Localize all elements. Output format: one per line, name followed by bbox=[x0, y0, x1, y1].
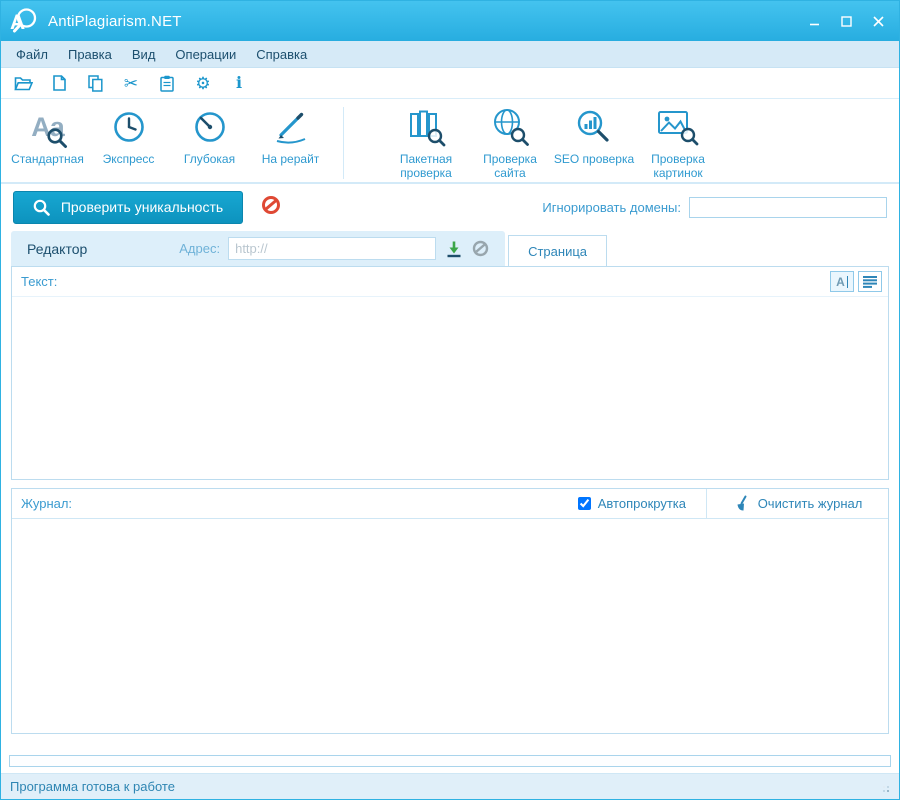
image-check-icon bbox=[657, 105, 699, 149]
express-clock-icon bbox=[113, 112, 144, 142]
window-controls bbox=[799, 8, 893, 34]
cancel-icon bbox=[472, 240, 489, 257]
seo-check-icon bbox=[574, 105, 614, 149]
window-title: AntiPlagiarism.NET bbox=[48, 12, 182, 30]
autoscroll-toggle[interactable]: Автопрокрутка bbox=[577, 496, 686, 511]
broom-icon bbox=[737, 495, 747, 511]
autoscroll-label: Автопрокрутка bbox=[597, 496, 686, 511]
resize-grip[interactable] bbox=[878, 781, 890, 793]
tool-site-check[interactable]: Проверка сайта bbox=[468, 105, 552, 181]
ignore-domains-input[interactable] bbox=[689, 196, 887, 218]
log-panel: Журнал: Автопрокрутка Очистить журнал bbox=[11, 488, 889, 734]
stop-check-button[interactable] bbox=[261, 195, 281, 220]
new-document-button[interactable] bbox=[49, 72, 69, 94]
check-uniqueness-label: Проверить уникальность bbox=[60, 199, 224, 215]
check-modes-ribbon: Aa Стандартная Экспресс Глубокая На рера… bbox=[1, 99, 899, 184]
clear-log-label: Очистить журнал bbox=[757, 496, 863, 511]
maximize-icon bbox=[840, 15, 852, 27]
cut-scissors-icon: ✂ bbox=[123, 73, 139, 93]
menu-item-file[interactable]: Файл bbox=[7, 44, 57, 65]
address-label: Адрес: bbox=[179, 241, 221, 256]
tab-row: Редактор Адрес: Страница bbox=[1, 230, 899, 266]
tool-batch-check[interactable]: Пакетная проверка bbox=[384, 105, 468, 181]
stop-icon bbox=[262, 195, 280, 214]
menubar: Файл Правка Вид Операции Справка bbox=[1, 41, 899, 68]
maximize-button[interactable] bbox=[831, 8, 861, 34]
rewrite-pencil-icon bbox=[276, 112, 305, 144]
menu-item-help[interactable]: Справка bbox=[247, 44, 316, 65]
editor-panel-header: Текст: A bbox=[12, 267, 888, 297]
toolbar: ✂ ⚙ i bbox=[1, 68, 899, 99]
word-wrap-button[interactable] bbox=[858, 271, 882, 292]
copy-button[interactable] bbox=[85, 72, 105, 94]
tool-image-check[interactable]: Проверка картинок bbox=[636, 105, 720, 181]
batch-check-icon bbox=[406, 105, 446, 149]
minimize-button[interactable] bbox=[799, 8, 829, 34]
minimize-icon bbox=[809, 23, 819, 25]
log-panel-header: Журнал: Автопрокрутка Очистить журнал bbox=[12, 489, 888, 519]
info-icon: i bbox=[235, 73, 243, 92]
cut-button[interactable]: ✂ bbox=[121, 72, 141, 94]
mode-rewrite-check[interactable]: На рерайт bbox=[250, 105, 331, 166]
status-message: Программа готова к работе bbox=[10, 779, 175, 794]
open-folder-icon bbox=[13, 76, 33, 90]
menu-item-edit[interactable]: Правка bbox=[59, 44, 121, 65]
tab-page[interactable]: Страница bbox=[508, 235, 608, 266]
search-icon bbox=[33, 199, 50, 216]
progress-bar bbox=[9, 755, 891, 767]
app-window: A AntiPlagiarism.NET Файл Правка Вид Опе… bbox=[0, 0, 900, 800]
check-uniqueness-button[interactable]: Проверить уникальность bbox=[13, 190, 243, 224]
tool-seo-check[interactable]: SEO проверка bbox=[552, 105, 636, 166]
tab-page-label: Страница bbox=[528, 243, 588, 259]
mode-deep-check[interactable]: Глубокая bbox=[169, 105, 250, 166]
menu-item-view[interactable]: Вид bbox=[123, 44, 165, 65]
text-cursor-icon bbox=[846, 275, 848, 288]
download-page-button[interactable] bbox=[445, 240, 463, 258]
tab-editor[interactable]: Редактор Адрес: bbox=[11, 231, 506, 266]
open-folder-button[interactable] bbox=[13, 72, 33, 94]
copy-icon bbox=[87, 74, 103, 92]
standard-check-icon: Aa bbox=[31, 105, 67, 149]
paste-button[interactable] bbox=[157, 72, 177, 94]
action-row: Проверить уникальность Игнорировать доме… bbox=[1, 184, 899, 230]
ignore-domains-group: Игнорировать домены: bbox=[542, 196, 887, 218]
font-check-button[interactable]: A bbox=[830, 271, 854, 292]
autoscroll-checkbox[interactable] bbox=[577, 497, 591, 510]
mode-express-check[interactable]: Экспресс bbox=[88, 105, 169, 166]
log-label: Журнал: bbox=[21, 496, 73, 511]
magnifier-icon bbox=[47, 128, 67, 148]
close-icon bbox=[872, 15, 884, 27]
log-output-area[interactable] bbox=[12, 519, 888, 733]
new-document-icon bbox=[52, 75, 66, 91]
info-button[interactable]: i bbox=[229, 72, 249, 94]
cancel-download-button[interactable] bbox=[472, 240, 489, 257]
text-editor-area[interactable] bbox=[12, 297, 888, 479]
menu-item-operations[interactable]: Операции bbox=[166, 44, 245, 65]
status-bar: Программа готова к работе bbox=[1, 773, 899, 799]
lines-icon bbox=[863, 275, 877, 288]
letter-a-icon: A bbox=[836, 274, 845, 289]
download-icon bbox=[447, 241, 461, 257]
text-label: Текст: bbox=[21, 274, 58, 289]
app-logo-icon: A bbox=[10, 8, 37, 34]
deep-gauge-icon bbox=[194, 112, 225, 142]
ignore-domains-label: Игнорировать домены: bbox=[542, 199, 681, 215]
settings-gear-icon: ⚙ bbox=[195, 73, 211, 93]
paste-icon bbox=[160, 75, 174, 92]
ribbon-separator bbox=[343, 107, 344, 179]
clear-log-button[interactable]: Очистить журнал bbox=[706, 489, 888, 518]
address-input[interactable] bbox=[228, 237, 437, 260]
editor-panel: Текст: A bbox=[11, 266, 889, 480]
site-check-icon bbox=[490, 105, 530, 149]
mode-standard-check[interactable]: Aa Стандартная bbox=[7, 105, 88, 167]
settings-button[interactable]: ⚙ bbox=[193, 72, 213, 94]
tab-editor-label: Редактор bbox=[27, 240, 88, 257]
close-button[interactable] bbox=[863, 8, 893, 34]
titlebar: A AntiPlagiarism.NET bbox=[1, 1, 899, 41]
